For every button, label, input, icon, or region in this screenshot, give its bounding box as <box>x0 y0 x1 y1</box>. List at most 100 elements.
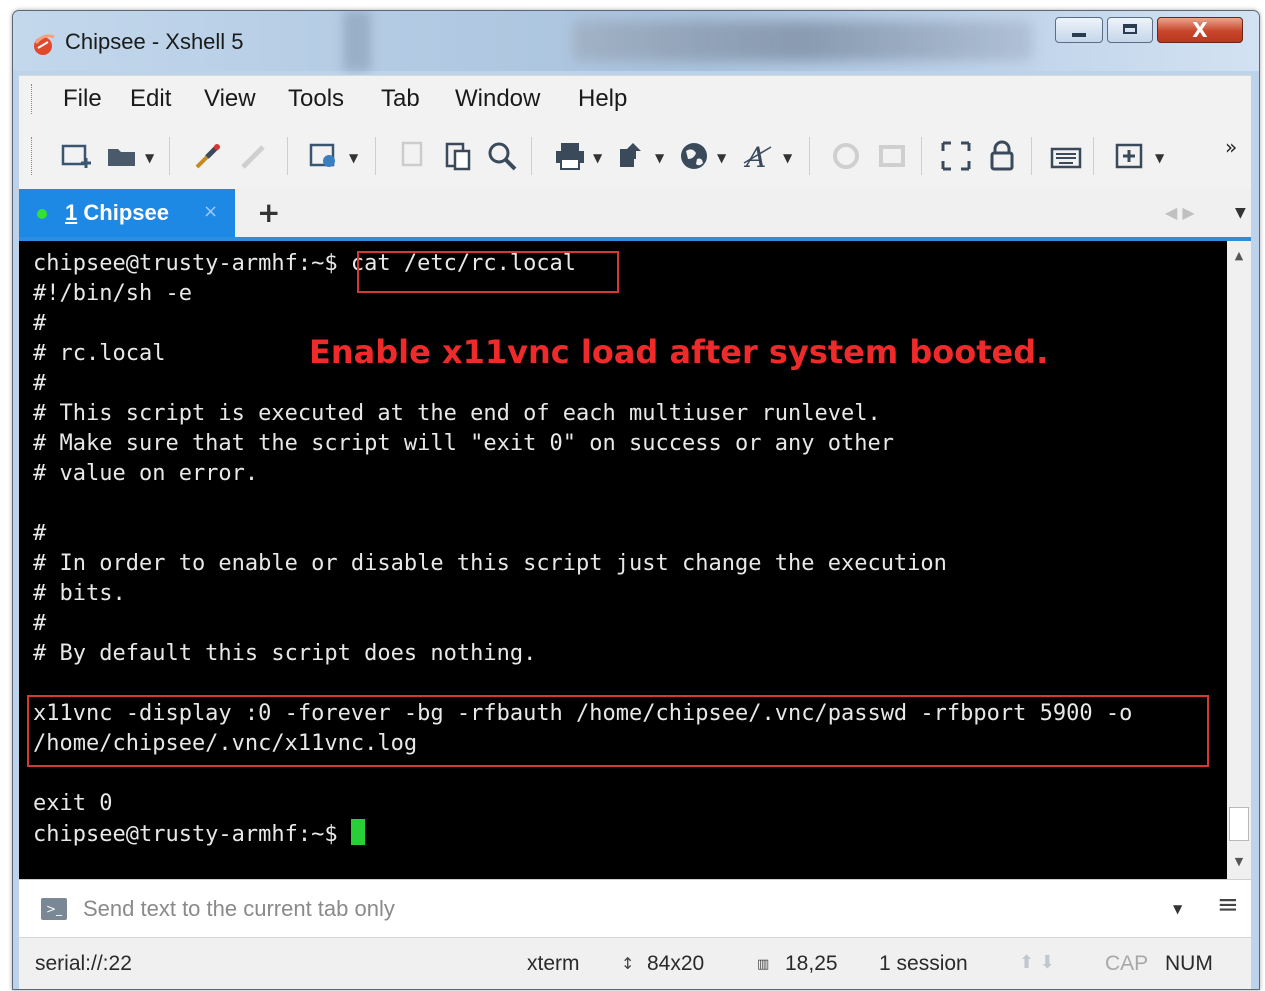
xshell-app-icon <box>34 34 55 55</box>
title-bar[interactable]: Chipsee - Xshell 5 X <box>13 11 1259 71</box>
annotation-text: Enable x11vnc load after system booted. <box>309 333 1049 371</box>
print-dropdown-icon[interactable]: ▼ <box>593 151 602 165</box>
terminal-line: # This script is executed at the end of … <box>33 401 881 426</box>
compose-input[interactable]: Send text to the current tab only <box>83 896 395 922</box>
menu-help[interactable]: Help <box>578 85 627 113</box>
menu-grip[interactable] <box>31 84 35 114</box>
terminal-line: # bits. <box>33 581 126 606</box>
transfer-icon[interactable] <box>615 139 649 173</box>
close-icon: X <box>1192 18 1208 42</box>
disconnect-icon[interactable] <box>237 139 271 173</box>
toolbar-separator <box>375 137 376 175</box>
tab-close-icon[interactable]: × <box>203 201 218 222</box>
connect-icon[interactable] <box>191 139 225 173</box>
connected-status-icon <box>37 209 47 219</box>
new-tab-button[interactable]: + <box>257 196 280 229</box>
menu-bar: File Edit View Tools Tab Window Help <box>19 75 1251 122</box>
tab-bar: 1 Chipsee × + ◀ ▶ ▼ <box>19 189 1251 241</box>
copy-icon[interactable] <box>395 139 429 173</box>
window-title: Chipsee - Xshell 5 <box>65 29 244 54</box>
menu-tools[interactable]: Tools <box>288 85 344 113</box>
maximize-button[interactable] <box>1107 17 1153 43</box>
menu-tab[interactable]: Tab <box>381 85 420 113</box>
close-button[interactable]: X <box>1157 17 1243 43</box>
minimize-icon <box>1072 33 1086 37</box>
menu-file[interactable]: File <box>63 85 102 113</box>
terminal-line: # <box>33 521 47 546</box>
toolbar-separator <box>169 137 170 175</box>
blurred-background-strip <box>343 11 371 71</box>
add-pane-dropdown-icon[interactable]: ▼ <box>1155 151 1164 165</box>
status-size: 84x20 <box>647 952 705 975</box>
tab-list-dropdown-icon[interactable]: ▼ <box>1235 205 1246 221</box>
toolbar-separator <box>287 137 288 175</box>
cursor-position-icon: ▥ <box>757 957 770 972</box>
record-icon[interactable] <box>875 139 909 173</box>
send-icon[interactable]: >_ <box>41 898 67 920</box>
toolbar-grip[interactable] <box>31 137 35 175</box>
menu-window[interactable]: Window <box>455 85 540 113</box>
transfer-dropdown-icon[interactable]: ▼ <box>655 151 664 165</box>
fullscreen-icon[interactable] <box>939 139 973 173</box>
status-sessions: 1 session <box>879 952 968 975</box>
status-connection: serial://:22 <box>35 952 132 975</box>
terminal-prompt: chipsee@trusty-armhf:~$ <box>33 822 351 847</box>
find-icon[interactable] <box>485 139 519 173</box>
globe-icon[interactable] <box>677 139 711 173</box>
open-folder-dropdown-icon[interactable]: ▼ <box>145 151 154 165</box>
terminal-scrollbar[interactable]: ▲ ▼ <box>1227 241 1251 879</box>
status-bar: serial://:22 xterm ↕ 84x20 ▥ 18,25 1 ses… <box>19 937 1251 989</box>
print-icon[interactable] <box>553 139 587 173</box>
terminal-cursor <box>350 819 365 845</box>
terminal-line: # By default this script does nothing. <box>33 641 537 666</box>
menu-view[interactable]: View <box>204 85 256 113</box>
scroll-up-icon[interactable]: ▲ <box>1227 249 1251 262</box>
script-icon[interactable] <box>829 139 863 173</box>
terminal-line: # <box>33 371 47 396</box>
status-num: NUM <box>1165 952 1213 975</box>
status-terminal-type: xterm <box>527 952 580 975</box>
toolbar-separator <box>809 137 810 175</box>
minimize-button[interactable] <box>1055 17 1103 43</box>
open-folder-icon[interactable] <box>105 139 139 173</box>
compose-menu-icon[interactable]: ≡ <box>1217 890 1239 920</box>
globe-dropdown-icon[interactable]: ▼ <box>717 151 726 165</box>
command-highlight-box <box>357 251 619 293</box>
paste-icon[interactable] <box>441 139 475 173</box>
toolbar-separator <box>531 137 532 175</box>
font-dropdown-icon[interactable]: ▼ <box>783 151 792 165</box>
font-icon[interactable]: A <box>741 139 775 174</box>
x11vnc-highlight-box <box>27 695 1209 767</box>
session-nav-arrows-icon[interactable]: ⬆ ⬇ <box>1019 952 1055 973</box>
terminal-screen[interactable]: chipsee@trusty-armhf:~$ cat /etc/rc.loca… <box>19 241 1227 879</box>
keyboard-icon[interactable] <box>1049 139 1083 173</box>
toolbar-overflow-icon[interactable]: » <box>1225 135 1237 159</box>
compose-dropdown-icon[interactable]: ▼ <box>1173 902 1182 916</box>
tab-label: 1 Chipsee <box>65 200 169 225</box>
terminal-line: # value on error. <box>33 461 259 486</box>
scroll-down-icon[interactable]: ▼ <box>1227 855 1251 868</box>
maximize-icon <box>1123 24 1137 34</box>
scrollbar-thumb[interactable] <box>1229 807 1249 841</box>
menu-edit[interactable]: Edit <box>130 85 171 113</box>
xshell-window: Chipsee - Xshell 5 X File Edit View Tool… <box>12 10 1260 990</box>
add-pane-icon[interactable] <box>1113 139 1147 173</box>
status-cursor-position: 18,25 <box>785 952 838 975</box>
properties-icon[interactable] <box>307 139 341 173</box>
lock-icon[interactable] <box>985 139 1019 173</box>
toolbar-separator <box>1093 137 1094 175</box>
terminal-size-icon: ↕ <box>621 954 635 973</box>
terminal-line: # <box>33 611 47 636</box>
tab-chipsee[interactable]: 1 Chipsee × <box>19 189 235 237</box>
toolbar: ▼ ▼ ▼ ▼ ▼ A ▼ ▼ » <box>19 121 1251 189</box>
properties-dropdown-icon[interactable]: ▼ <box>349 151 358 165</box>
toolbar-separator <box>921 137 922 175</box>
terminal-line: exit 0 <box>33 791 113 816</box>
terminal-line: # In order to enable or disable this scr… <box>33 551 947 576</box>
compose-bar: >_ Send text to the current tab only ▼ ≡ <box>19 879 1251 938</box>
blurred-background-region <box>573 21 1033 61</box>
new-session-icon[interactable] <box>59 139 93 173</box>
terminal-line: # Make sure that the script will "exit 0… <box>33 431 894 456</box>
tab-scroll-arrows-icon[interactable]: ◀ ▶ <box>1165 203 1195 222</box>
